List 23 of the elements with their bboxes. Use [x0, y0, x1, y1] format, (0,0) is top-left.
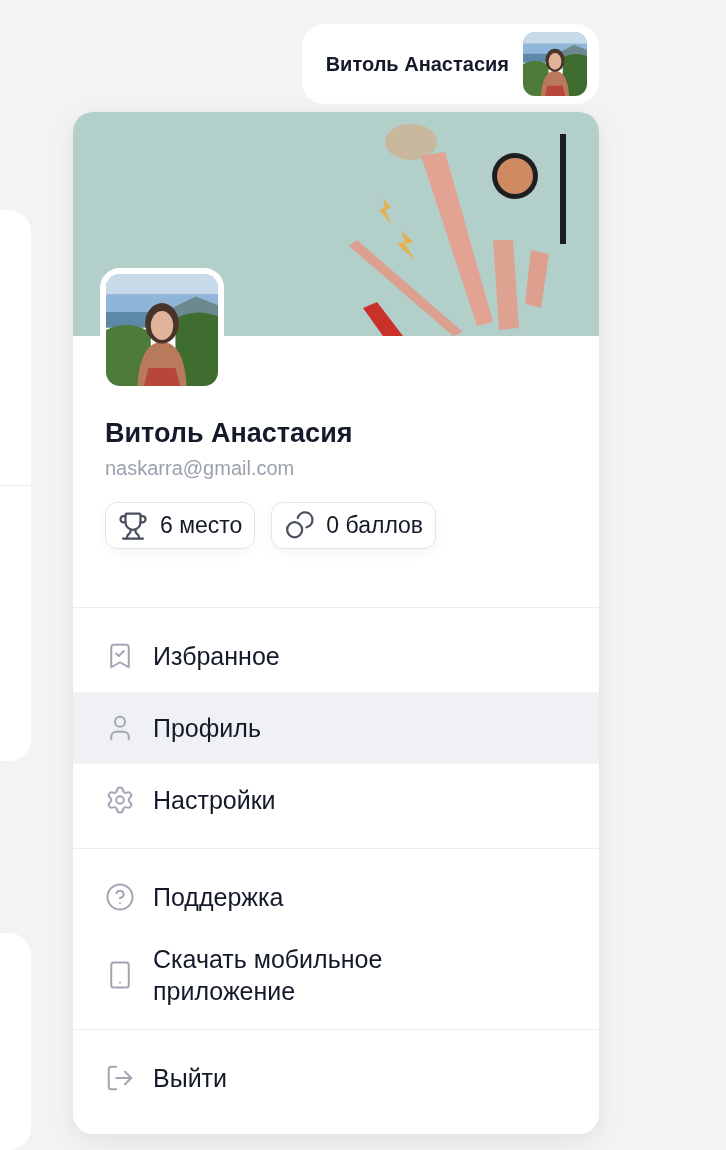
menu-item[interactable]: Избранное: [73, 620, 599, 692]
menu-item-label: Поддержка: [153, 882, 284, 913]
menu-item[interactable]: Профиль: [73, 692, 599, 764]
menu-item-label: Настройки: [153, 785, 276, 816]
menu-item[interactable]: Выйти: [73, 1042, 599, 1114]
coins-icon: [284, 510, 315, 541]
menu-item[interactable]: Поддержка: [73, 861, 599, 933]
settings-icon: [105, 785, 135, 815]
menu-item-label: Профиль: [153, 713, 261, 744]
menu-item-label: Избранное: [153, 641, 280, 672]
user-name: Витоль Анастасия: [325, 52, 509, 76]
menu-item[interactable]: Скачать мобильное приложение: [73, 933, 599, 1017]
menu-item-label: Выйти: [153, 1063, 228, 1094]
stat-text: 0 баллов: [326, 512, 424, 539]
user-menu-button[interactable]: Витоль Анастасия: [301, 24, 599, 104]
stat-text: 6 место: [160, 512, 243, 539]
profile-name: Витоль Анастасия: [105, 418, 354, 449]
help-icon: [105, 882, 135, 912]
trophy-icon: [118, 510, 148, 541]
profile-email: naskarra@gmail.com: [105, 457, 296, 480]
menu-item[interactable]: Настройки: [73, 764, 599, 836]
logout-icon: [105, 1063, 135, 1093]
menu-item-label: Скачать мобильное приложение: [153, 944, 384, 1007]
